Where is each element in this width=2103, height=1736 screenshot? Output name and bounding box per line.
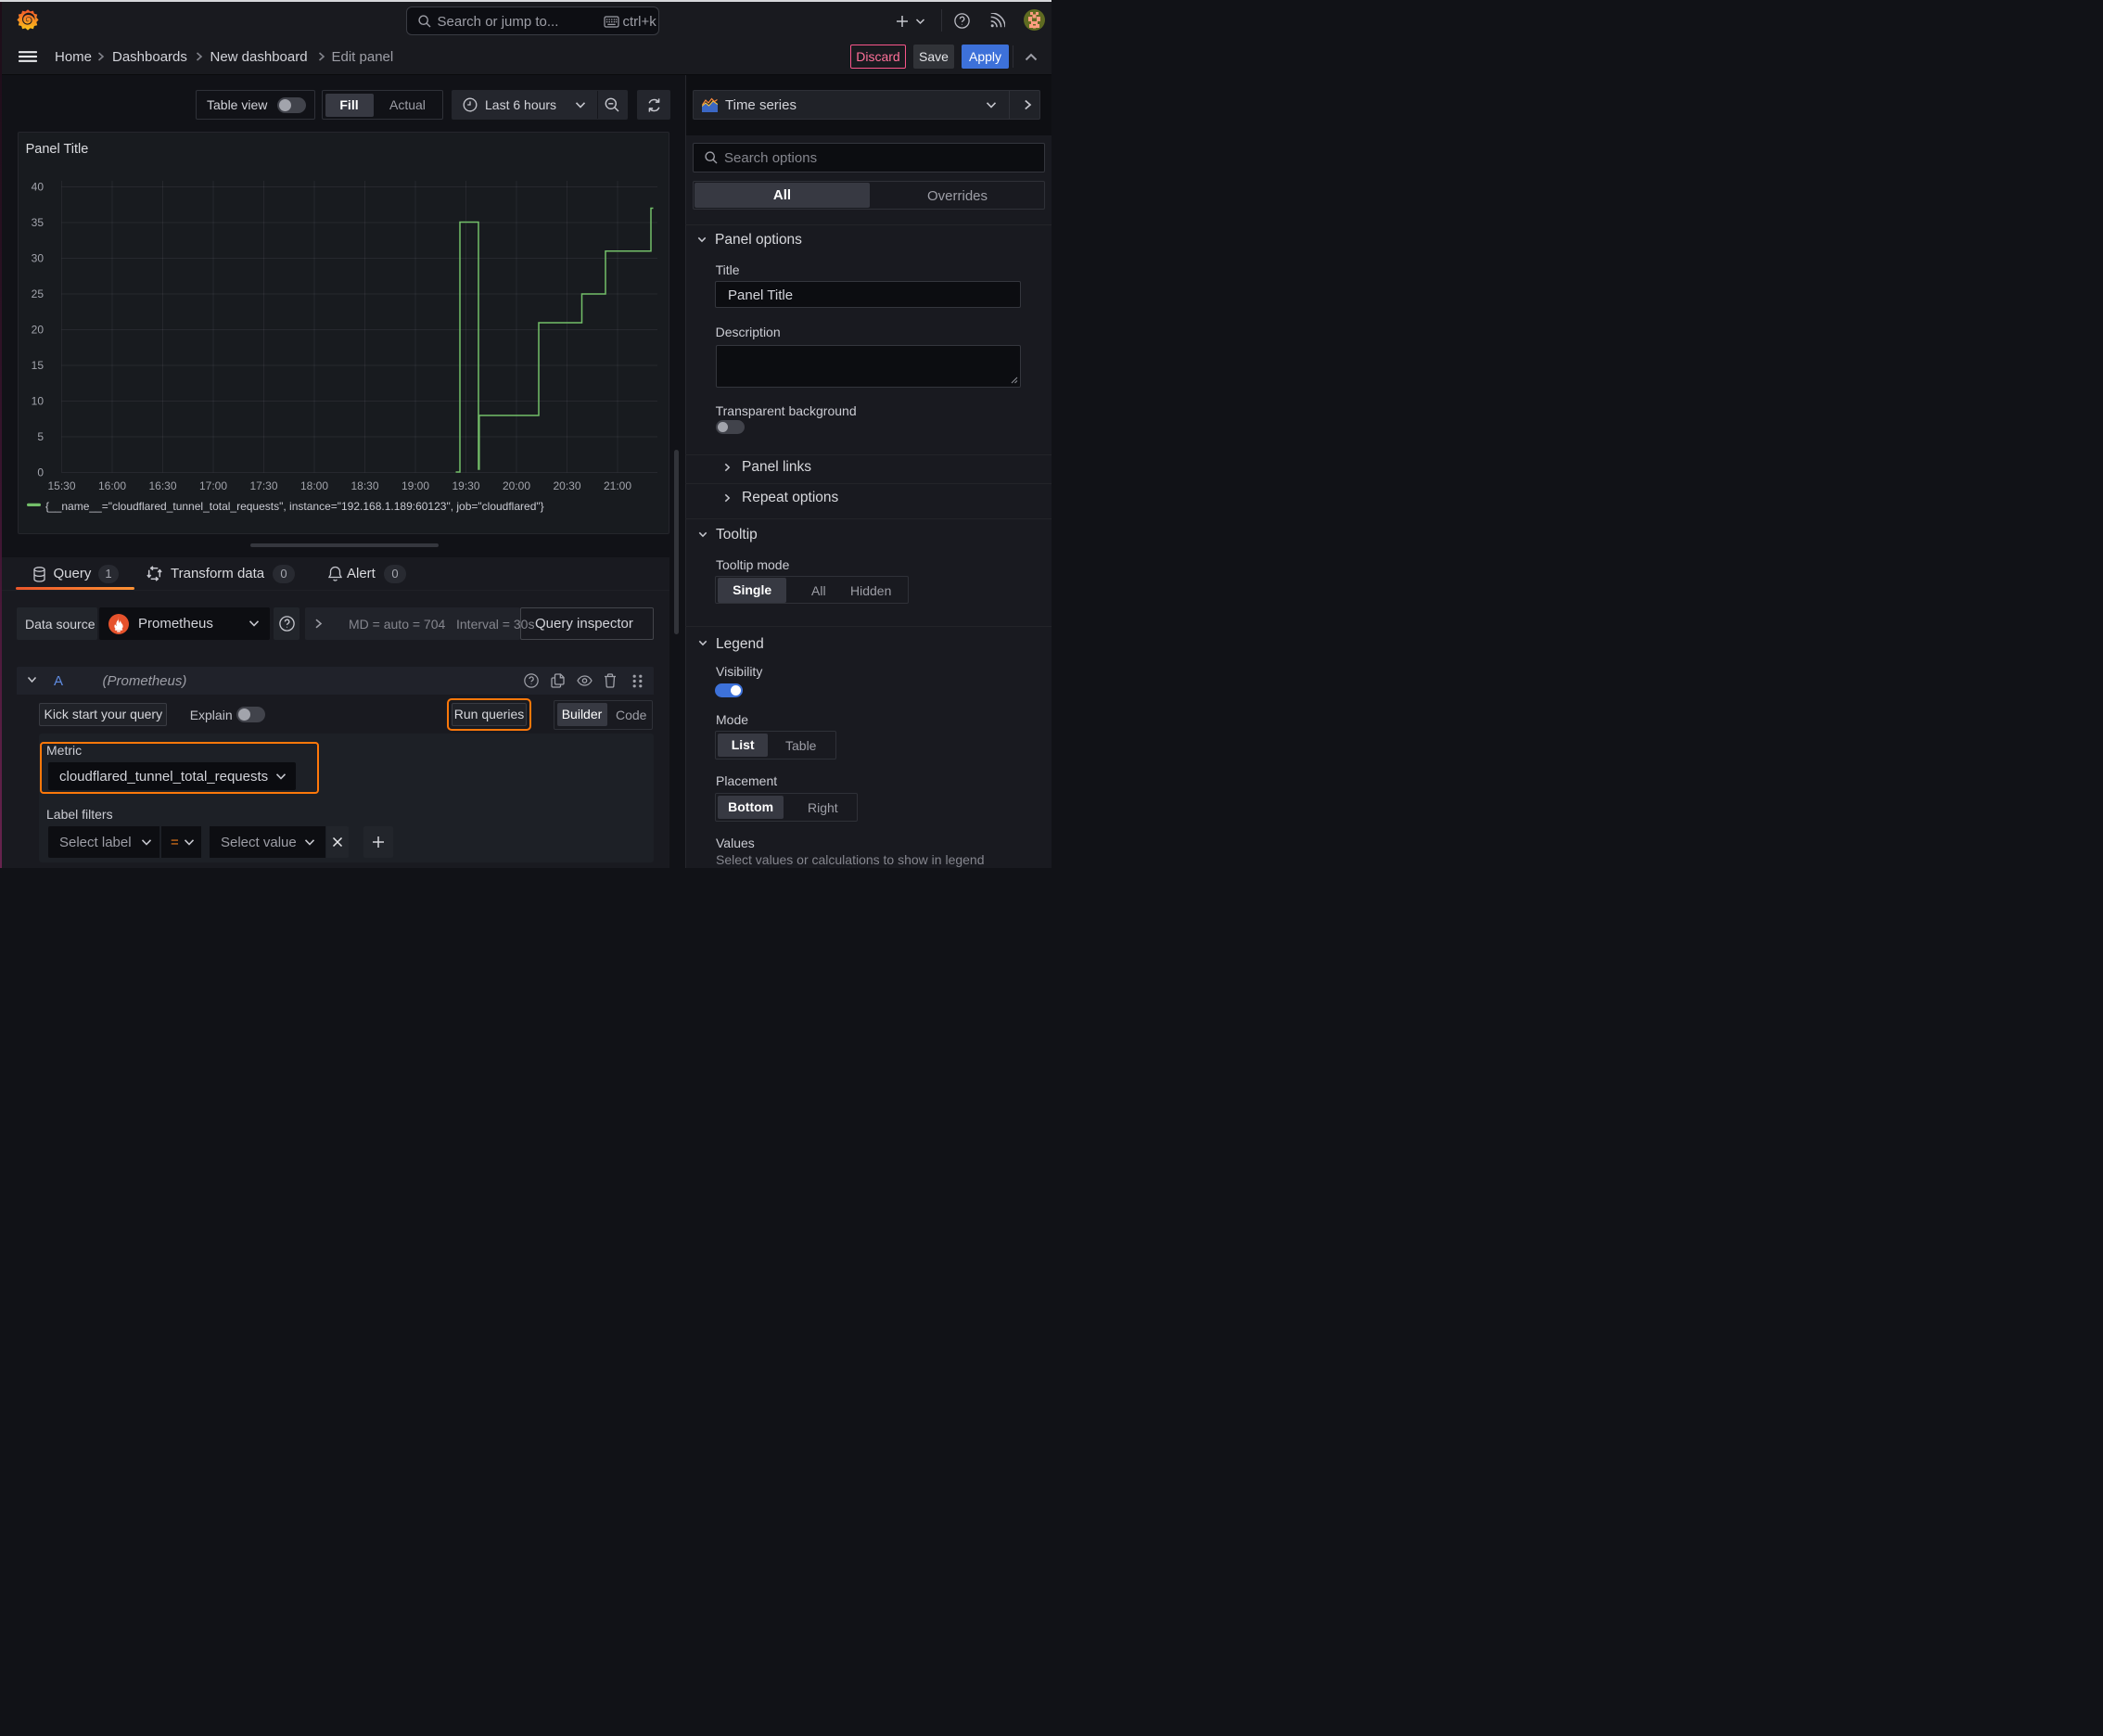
svg-text:25: 25	[32, 287, 45, 300]
svg-text:17:00: 17:00	[199, 479, 227, 492]
svg-text:19:30: 19:30	[452, 479, 479, 492]
svg-text:18:30: 18:30	[350, 479, 378, 492]
svg-text:18:00: 18:00	[300, 479, 328, 492]
svg-text:5: 5	[37, 430, 44, 443]
svg-text:17:30: 17:30	[249, 479, 277, 492]
svg-text:{__name__="cloudflared_tunnel_: {__name__="cloudflared_tunnel_total_requ…	[45, 500, 544, 513]
svg-text:0: 0	[37, 466, 44, 479]
svg-text:15: 15	[32, 359, 45, 372]
svg-text:16:30: 16:30	[148, 479, 176, 492]
svg-text:15:30: 15:30	[47, 479, 75, 492]
svg-text:16:00: 16:00	[98, 479, 126, 492]
svg-text:10: 10	[32, 395, 45, 408]
svg-text:20: 20	[32, 324, 45, 337]
svg-text:20:30: 20:30	[553, 479, 580, 492]
svg-text:19:00: 19:00	[401, 479, 429, 492]
svg-text:21:00: 21:00	[604, 479, 631, 492]
svg-text:35: 35	[32, 216, 45, 229]
svg-text:30: 30	[32, 252, 45, 265]
svg-text:20:00: 20:00	[503, 479, 530, 492]
svg-text:40: 40	[32, 181, 45, 194]
